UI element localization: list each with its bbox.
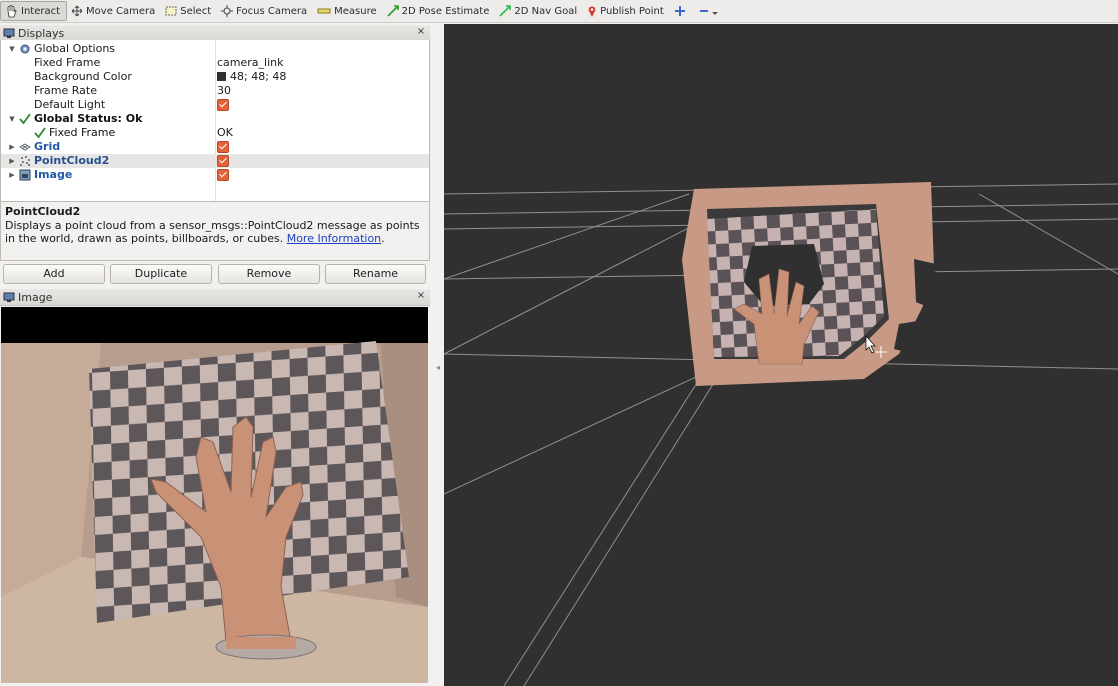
remove-button[interactable]: Remove: [218, 264, 320, 284]
move-camera-icon: [71, 5, 83, 17]
pose-arrow-icon: [387, 5, 399, 17]
camera-image-view[interactable]: [1, 307, 428, 683]
monitor-icon: [3, 28, 15, 38]
tree-row-image[interactable]: ▶ Image: [1, 168, 429, 182]
measure-tool-button[interactable]: Measure: [313, 1, 383, 21]
interact-tool-label: Interact: [21, 5, 61, 17]
remove-tool-dropdown[interactable]: [695, 1, 728, 21]
tree-row-label: Image: [34, 168, 73, 181]
background-color-value[interactable]: 48; 48; 48: [217, 70, 286, 84]
pointcloud-rendering: [682, 182, 936, 386]
left-dock: Displays × ▼ Global Options Fixed Frame …: [0, 23, 430, 686]
tree-row-background-color[interactable]: Background Color 48; 48; 48: [1, 70, 429, 84]
displays-tree: ▼ Global Options Fixed Frame camera_link…: [0, 40, 430, 218]
image-panel-title: Image: [18, 290, 53, 304]
splitter-handle[interactable]: ◂: [432, 23, 444, 686]
tree-row-label: PointCloud2: [34, 154, 110, 167]
tree-row-fixed-frame[interactable]: Fixed Frame camera_link: [1, 56, 429, 70]
tree-row-grid[interactable]: ▶ Grid: [1, 140, 429, 154]
monitor-icon: [3, 292, 15, 302]
pose-estimate-tool-label: 2D Pose Estimate: [401, 5, 490, 17]
duplicate-button[interactable]: Duplicate: [110, 264, 212, 284]
background-color-text: 48; 48; 48: [230, 70, 287, 83]
tree-row-label: Fixed Frame: [49, 126, 116, 139]
tree-row-global-status[interactable]: ▼ Global Status: Ok: [1, 112, 429, 126]
collapse-arrow-icon[interactable]: ▼: [8, 112, 16, 126]
displays-panel-title: Displays: [18, 26, 65, 40]
image-icon: [19, 169, 31, 181]
more-information-link[interactable]: More Information: [287, 232, 381, 245]
publish-point-tool-label: Publish Point: [600, 5, 664, 17]
display-description-box: PointCloud2 Displays a point cloud from …: [0, 201, 430, 261]
tree-row-label: Default Light: [34, 98, 106, 111]
tree-row-label: Global Status: Ok: [34, 112, 143, 125]
splitter-grip-icon: ◂: [436, 363, 441, 372]
grid-icon: [19, 143, 31, 151]
tree-row-label: Fixed Frame: [34, 56, 101, 69]
move-camera-tool-button[interactable]: Move Camera: [67, 1, 161, 21]
tree-row-frame-rate[interactable]: Frame Rate 30: [1, 84, 429, 98]
camera-image: [1, 307, 428, 683]
tree-row-label: Grid: [34, 140, 61, 153]
image-panel-header: Image ×: [0, 289, 430, 306]
tree-row-global-options[interactable]: ▼ Global Options: [1, 42, 429, 56]
main-toolbar: Interact Move Camera Select Focus Camera…: [0, 0, 1118, 23]
tree-row-pointcloud2[interactable]: ▶ PointCloud2: [1, 154, 429, 168]
tree-row-label: Global Options: [34, 42, 116, 55]
publish-point-tool-button[interactable]: Publish Point: [583, 1, 670, 21]
checkbox-checked-icon: [217, 141, 229, 153]
expand-arrow-icon[interactable]: ▶: [8, 154, 16, 168]
select-icon: [165, 6, 177, 16]
gear-icon: [20, 44, 30, 54]
checkmark-icon: [19, 113, 31, 125]
measure-tool-label: Measure: [334, 5, 377, 17]
pose-estimate-tool-button[interactable]: 2D Pose Estimate: [383, 1, 496, 21]
checkbox-checked-icon: [217, 169, 229, 181]
displays-close-button[interactable]: ×: [416, 27, 426, 37]
move-camera-tool-label: Move Camera: [86, 5, 156, 17]
frame-rate-value[interactable]: 30: [217, 84, 231, 98]
select-tool-label: Select: [180, 5, 212, 17]
pointcloud-icon: [20, 156, 30, 166]
description-text: Displays a point cloud from a sensor_msg…: [5, 219, 425, 245]
image-panel: Image ×: [0, 289, 430, 686]
status-value: OK: [217, 126, 233, 139]
image-close-button[interactable]: ×: [416, 291, 426, 301]
plus-icon: [674, 6, 685, 16]
focus-camera-tool-label: Focus Camera: [236, 5, 308, 17]
add-tool-button[interactable]: [670, 1, 695, 21]
focus-camera-icon: [221, 5, 234, 17]
image-enabled-checkbox[interactable]: [217, 168, 229, 184]
tree-row-label: Background Color: [34, 70, 132, 83]
map-pin-icon: [588, 6, 596, 17]
checkbox-checked-icon: [217, 99, 229, 111]
focus-camera-tool-button[interactable]: Focus Camera: [217, 1, 313, 21]
tree-row-default-light[interactable]: Default Light: [1, 98, 429, 112]
tree-row-label: Frame Rate: [34, 84, 97, 97]
nav-goal-tool-button[interactable]: 2D Nav Goal: [495, 1, 583, 21]
expand-arrow-icon[interactable]: ▶: [8, 168, 16, 182]
hand-icon: [7, 5, 17, 18]
nav-arrow-icon: [499, 5, 512, 17]
3d-scene: [444, 182, 1118, 686]
rename-button[interactable]: Rename: [325, 264, 426, 284]
collapse-arrow-icon[interactable]: ▼: [8, 42, 16, 56]
checkbox-checked-icon: [217, 155, 229, 167]
measure-icon: [317, 8, 331, 14]
minus-dropdown-icon: [699, 10, 718, 15]
tree-row-status-fixed-frame[interactable]: Fixed Frame OK: [1, 126, 429, 140]
interact-tool-button[interactable]: Interact: [0, 1, 68, 21]
fixed-frame-value[interactable]: camera_link: [217, 56, 284, 70]
3d-render-view[interactable]: [444, 24, 1118, 686]
add-button[interactable]: Add: [3, 264, 105, 284]
description-period: .: [381, 232, 385, 245]
nav-goal-tool-label: 2D Nav Goal: [514, 5, 578, 17]
select-tool-button[interactable]: Select: [161, 1, 217, 21]
color-swatch: [217, 72, 226, 81]
checkmark-icon: [34, 127, 46, 139]
description-title: PointCloud2: [5, 205, 81, 218]
expand-arrow-icon[interactable]: ▶: [8, 140, 16, 154]
